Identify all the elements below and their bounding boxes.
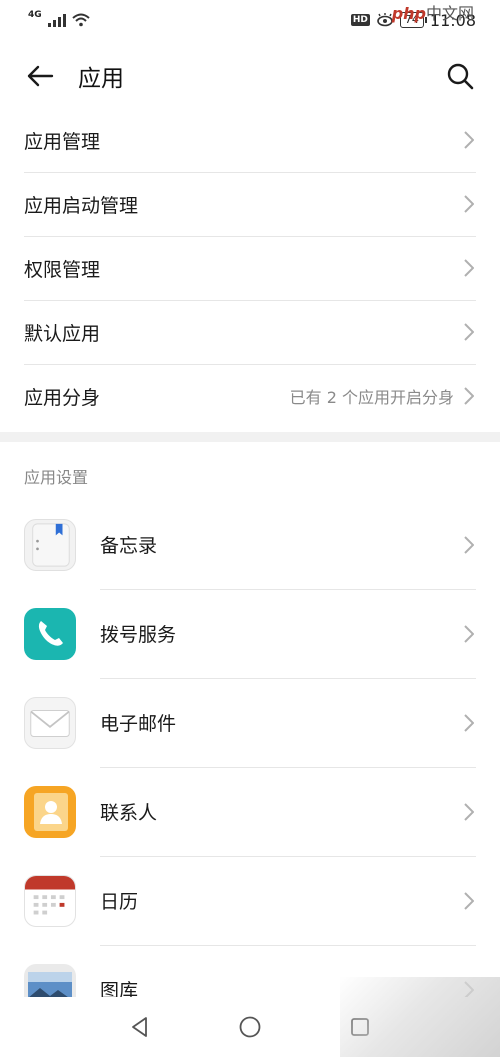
- row-value: 已有 2 个应用开启分身: [289, 388, 454, 407]
- calendar-icon: [24, 874, 76, 927]
- search-icon: [447, 63, 474, 90]
- row-app-twin[interactable]: 应用分身 已有 2 个应用开启分身: [0, 364, 500, 428]
- watermark: php中文网: [392, 0, 474, 24]
- app-settings-list: 应用管理 应用启动管理 权限管理 默认应用 应用分身 已有 2 个应用开启分身: [0, 108, 500, 428]
- chevron-right-icon: [462, 712, 476, 734]
- blurred-corner: [340, 977, 500, 1057]
- section-divider: [0, 432, 500, 442]
- app-row-notepad[interactable]: 备忘录: [0, 500, 500, 589]
- app-label: 拨号服务: [100, 624, 177, 646]
- page-title: 应用: [78, 66, 124, 92]
- nav-back-button[interactable]: [125, 1012, 155, 1042]
- chevron-right-icon: [462, 623, 476, 645]
- row-label: 默认应用: [24, 322, 101, 345]
- app-bar: 应用: [0, 44, 500, 108]
- contacts-icon: [24, 785, 76, 838]
- section-title: 应用设置: [24, 468, 89, 487]
- back-button[interactable]: [22, 58, 58, 94]
- row-label: 应用启动管理: [24, 194, 139, 217]
- row-app-startup-management[interactable]: 应用启动管理: [0, 172, 500, 236]
- chevron-right-icon: [462, 193, 476, 215]
- row-app-management[interactable]: 应用管理: [0, 108, 500, 172]
- back-arrow-icon: [27, 65, 54, 87]
- chevron-right-icon: [462, 534, 476, 556]
- watermark-suffix: 中文网: [425, 4, 474, 23]
- app-row-calendar[interactable]: 日历: [0, 856, 500, 945]
- app-label: 联系人: [100, 802, 158, 824]
- notepad-icon: [24, 518, 76, 571]
- app-row-dialer[interactable]: 拨号服务: [0, 589, 500, 678]
- hd-badge: HD: [350, 14, 370, 26]
- app-row-contacts[interactable]: 联系人: [0, 767, 500, 856]
- chevron-right-icon: [462, 129, 476, 151]
- row-label: 应用管理: [24, 130, 101, 153]
- phone-icon: [24, 607, 76, 660]
- nav-home-button[interactable]: [235, 1012, 265, 1042]
- app-label: 备忘录: [100, 535, 158, 557]
- app-row-email[interactable]: 电子邮件: [0, 678, 500, 767]
- row-default-apps[interactable]: 默认应用: [0, 300, 500, 364]
- mail-icon: [24, 696, 76, 749]
- chevron-right-icon: [462, 385, 476, 407]
- app-label: 电子邮件: [100, 713, 177, 735]
- row-permission-management[interactable]: 权限管理: [0, 236, 500, 300]
- system-nav-bar: [0, 977, 500, 1057]
- wifi-icon: [71, 13, 90, 27]
- app-list: 备忘录 拨号服务 电子邮件 联系人 日历 图库: [0, 500, 500, 1034]
- chevron-right-icon: [462, 321, 476, 343]
- status-left: 4G: [28, 10, 90, 27]
- chevron-right-icon: [462, 890, 476, 912]
- triangle-back-icon: [132, 1017, 147, 1037]
- watermark-brand: php: [391, 4, 426, 23]
- network-type: 4G: [28, 10, 42, 20]
- signal-icon: [47, 13, 66, 27]
- row-label: 权限管理: [24, 258, 101, 281]
- circle-home-icon: [239, 1016, 261, 1038]
- app-label: 日历: [100, 891, 139, 913]
- chevron-right-icon: [462, 257, 476, 279]
- search-button[interactable]: [442, 58, 478, 94]
- row-label: 应用分身: [24, 386, 101, 409]
- chevron-right-icon: [462, 801, 476, 823]
